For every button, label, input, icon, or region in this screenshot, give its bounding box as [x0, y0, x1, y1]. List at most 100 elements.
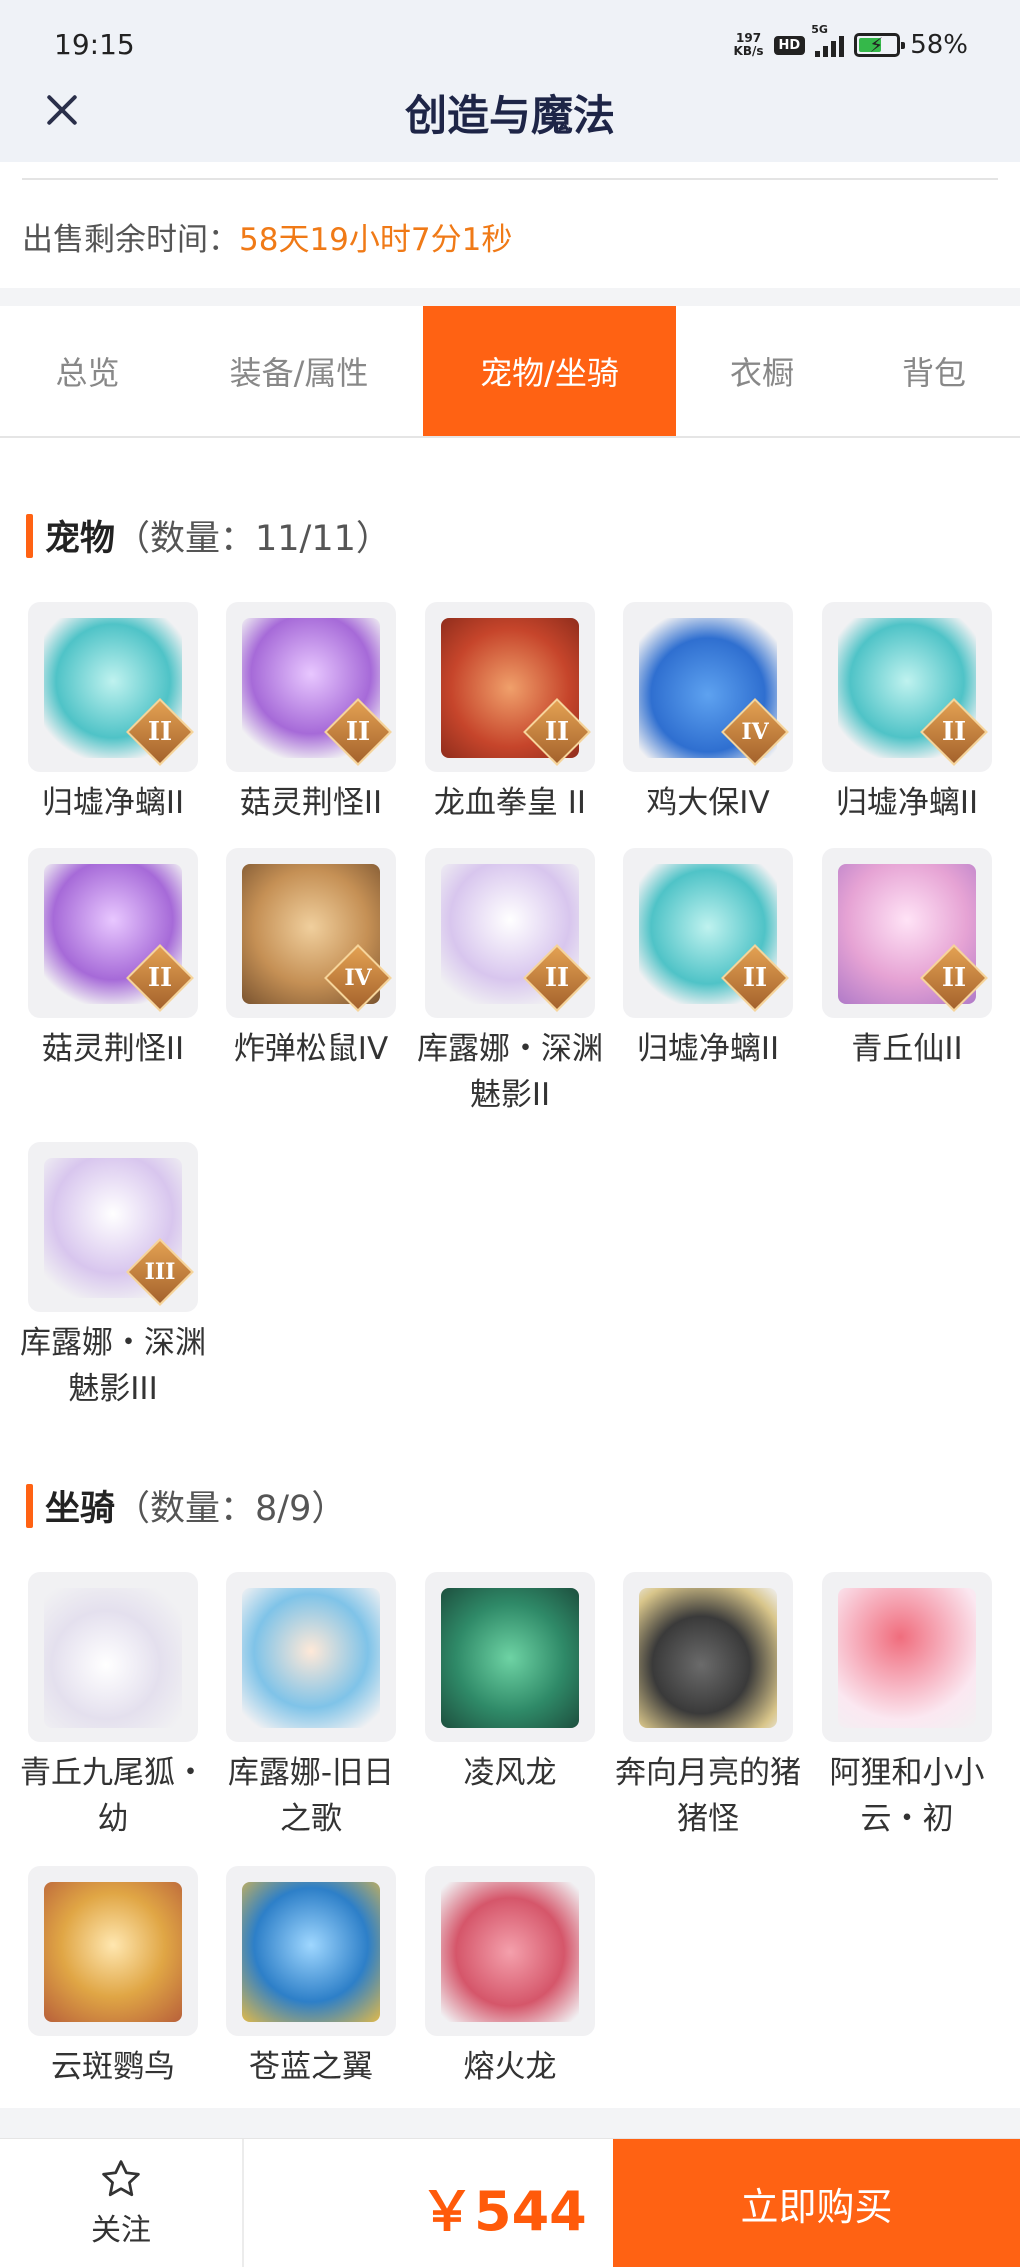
pet-thumbnail: IV: [226, 848, 396, 1018]
pet-name: 炸弹松鼠IV: [233, 1031, 389, 1067]
pet-name: 库露娜・深渊魅影III: [20, 1325, 206, 1407]
rank-label: II: [941, 963, 967, 993]
mount-card[interactable]: 奔向月亮的猪猪怪: [615, 1572, 801, 1842]
star-icon: [102, 2160, 140, 2197]
mount-card[interactable]: 苍蓝之翼: [226, 1866, 396, 2090]
mounts-title: 坐骑: [45, 1489, 116, 1529]
black-pig-mount-icon: [639, 1588, 777, 1728]
mount-card[interactable]: 青丘九尾狐・幼: [20, 1572, 206, 1842]
pet-thumbnail: II: [28, 848, 198, 1018]
mount-name: 青丘九尾狐・幼: [20, 1755, 206, 1837]
pet-thumbnail: II: [822, 848, 992, 1018]
buy-now-button[interactable]: 立即购买: [613, 2139, 1020, 2267]
white-fox-mount-icon: [44, 1588, 182, 1728]
rank-label: II: [345, 717, 371, 747]
tab-bar: 总览 装备/属性 宠物/坐骑 衣橱 背包: [0, 306, 1020, 438]
battery-icon: ⚡: [854, 33, 906, 57]
network-type: 5G: [811, 23, 828, 36]
mount-name: 阿狸和小小云・初: [829, 1755, 985, 1837]
tab-pets-mounts[interactable]: 宠物/坐骑: [423, 306, 676, 436]
mount-thumbnail: [425, 1866, 595, 2036]
pet-thumbnail: II: [28, 602, 198, 772]
pet-name: 龙血拳皇 II: [433, 785, 587, 821]
pet-card[interactable]: II 库露娜・深渊魅影II: [417, 848, 603, 1118]
pet-name: 归墟净螭II: [835, 785, 979, 821]
pets-title: 宠物: [45, 519, 116, 559]
pet-card[interactable]: II 青丘仙II: [822, 848, 992, 1072]
green-dragon-mount-icon: [441, 1588, 579, 1728]
pet-card[interactable]: II 龙血拳皇 II: [425, 602, 595, 826]
red-fox-cloud-mount-icon: [838, 1588, 976, 1728]
page-title: 创造与魔法: [404, 91, 615, 140]
mount-thumbnail: [822, 1572, 992, 1742]
mount-name: 库露娜-旧日之歌: [227, 1755, 395, 1837]
pets-section-title: 宠物 （数量：11/11）: [26, 510, 391, 561]
divider: [22, 178, 998, 180]
network-speed: 197 KB/s: [734, 32, 764, 58]
section-marker: [26, 513, 33, 558]
rank-label: II: [544, 963, 570, 993]
pet-card[interactable]: II 归墟净螭II: [623, 848, 793, 1072]
follow-button[interactable]: 关注: [0, 2139, 244, 2267]
sale-time-row: 出售剩余时间：58天19小时7分1秒: [22, 214, 512, 259]
pet-card[interactable]: II 归墟净螭II: [822, 602, 992, 826]
pet-thumbnail: II: [822, 602, 992, 772]
mount-name: 苍蓝之翼: [249, 2049, 373, 2085]
bottom-action-bar: 关注 ￥544 立即购买: [0, 2138, 1020, 2267]
status-time: 19:15: [54, 28, 135, 61]
app-header: 创造与魔法: [0, 90, 1020, 162]
mount-name: 奔向月亮的猪猪怪: [615, 1755, 801, 1837]
mount-card[interactable]: 熔火龙: [425, 1866, 595, 2090]
rank-label: II: [147, 717, 173, 747]
pet-thumbnail: II: [226, 602, 396, 772]
pet-card[interactable]: II 菇灵荆怪II: [226, 602, 396, 826]
red-dragon-mount-icon: [441, 1882, 579, 2022]
pet-card[interactable]: IV 炸弹松鼠IV: [226, 848, 396, 1072]
mount-thumbnail: [28, 1866, 198, 2036]
mount-card[interactable]: 阿狸和小小云・初: [822, 1572, 992, 1842]
follow-label: 关注: [91, 2213, 151, 2248]
signal-icon: 5G: [811, 23, 845, 57]
pets-count: （数量：11/11）: [115, 519, 391, 559]
pet-card[interactable]: III 库露娜・深渊魅影III: [20, 1142, 206, 1412]
status-bar: 19:15 197 KB/s HD 5G ⚡ 58%: [0, 0, 1020, 90]
tab-backpack[interactable]: 背包: [848, 306, 1020, 436]
mount-thumbnail: [623, 1572, 793, 1742]
rank-label: II: [147, 963, 173, 993]
mount-card[interactable]: 凌风龙: [425, 1572, 595, 1796]
tab-equipment-attributes[interactable]: 装备/属性: [175, 306, 423, 436]
pet-thumbnail: II: [425, 848, 595, 1018]
tab-overview[interactable]: 总览: [0, 306, 175, 436]
cloud-girl-mount-icon: [242, 1588, 380, 1728]
sale-time-countdown: 58天19小时7分1秒: [239, 222, 513, 258]
mount-thumbnail: [226, 1572, 396, 1742]
pet-thumbnail: II: [425, 602, 595, 772]
sale-time-label: 出售剩余时间：: [22, 222, 239, 258]
pet-thumbnail: II: [623, 848, 793, 1018]
pet-card[interactable]: II 归墟净螭II: [28, 602, 198, 826]
pet-name: 鸡大保IV: [646, 785, 770, 821]
pet-name: 归墟净螭II: [41, 785, 185, 821]
pet-name: 青丘仙II: [851, 1031, 963, 1067]
status-indicators: 197 KB/s HD 5G ⚡ 58%: [734, 23, 968, 60]
mount-name: 凌风龙: [463, 1755, 557, 1791]
sale-time-panel: 出售剩余时间：58天19小时7分1秒: [0, 162, 1020, 288]
rank-label: IV: [344, 965, 372, 991]
rank-label: II: [941, 717, 967, 747]
mount-name: 云斑鹦鸟: [51, 2049, 175, 2085]
network-speed-unit: KB/s: [733, 44, 764, 58]
mounts-section-title: 坐骑 （数量：8/9）: [26, 1480, 346, 1531]
pet-name: 归墟净螭II: [636, 1031, 780, 1067]
pet-name: 菇灵荆怪II: [239, 785, 383, 821]
rank-label: II: [742, 963, 768, 993]
content-panel: 宠物 （数量：11/11） II 归墟净螭II II 菇灵荆怪II II 龙血拳…: [0, 438, 1020, 2108]
mount-thumbnail: [425, 1572, 595, 1742]
mount-card[interactable]: 云斑鹦鸟: [28, 1866, 198, 2090]
pet-card[interactable]: IV 鸡大保IV: [623, 602, 793, 826]
pet-name: 库露娜・深渊魅影II: [417, 1031, 603, 1113]
section-marker: [26, 1483, 33, 1528]
tab-wardrobe[interactable]: 衣橱: [676, 306, 848, 436]
pet-card[interactable]: II 菇灵荆怪II: [28, 848, 198, 1072]
mount-name: 熔火龙: [463, 2049, 557, 2085]
mount-card[interactable]: 库露娜-旧日之歌: [226, 1572, 396, 1842]
